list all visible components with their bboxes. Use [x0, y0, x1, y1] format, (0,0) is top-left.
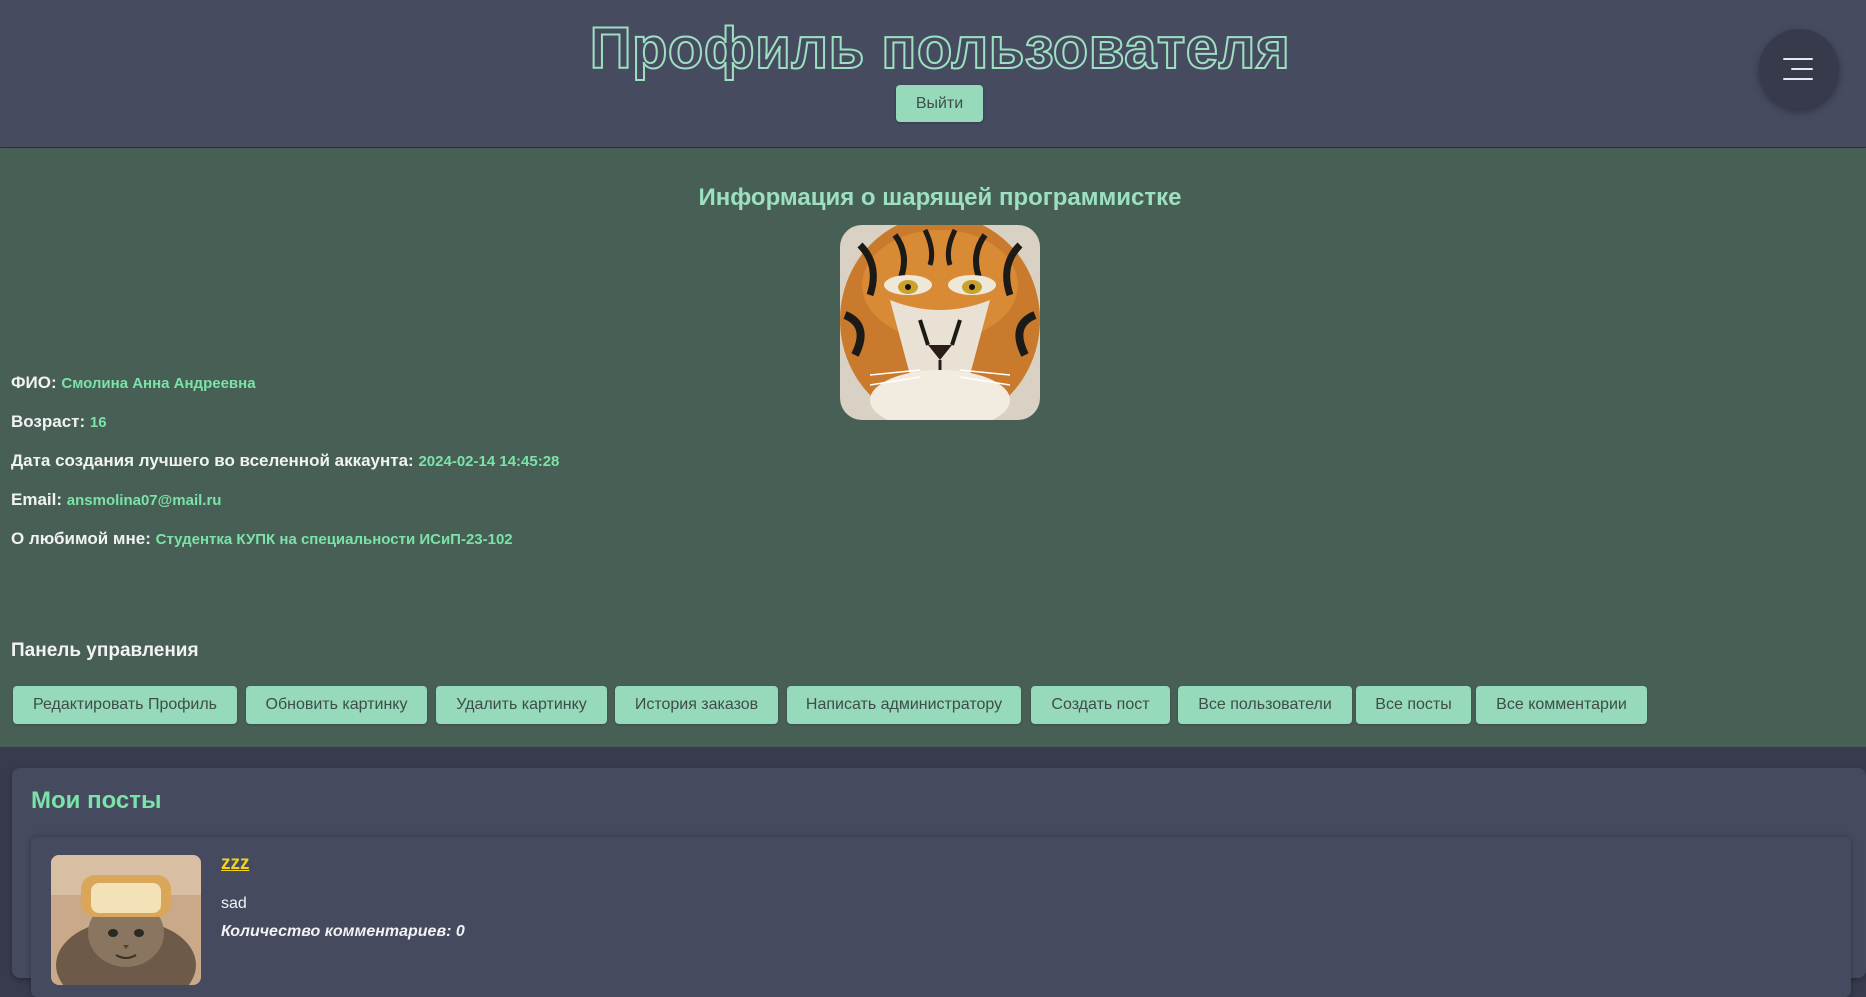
tiger-avatar-image: [840, 225, 1040, 420]
info-about: О любимой мне: Студентка КУПК на специал…: [11, 529, 513, 549]
all-comments-button[interactable]: Все комментарии: [1476, 686, 1647, 724]
edit-profile-button[interactable]: Редактировать Профиль: [13, 686, 237, 724]
info-created-date: Дата создания лучшего во вселенной аккау…: [11, 451, 559, 471]
delete-picture-button[interactable]: Удалить картинку: [436, 686, 607, 724]
logout-button[interactable]: Выйти: [896, 85, 983, 122]
create-post-button[interactable]: Создать пост: [1031, 686, 1170, 724]
info-created-date-label: Дата создания лучшего во вселенной аккау…: [11, 451, 414, 470]
info-fullname-label: ФИО:: [11, 373, 57, 392]
hamburger-menu-icon-bar: [1791, 68, 1813, 70]
info-about-label: О любимой мне:: [11, 529, 151, 548]
info-age-value: 16: [89, 414, 107, 431]
order-history-button[interactable]: История заказов: [615, 686, 778, 724]
info-email: Email: ansmolina07@mail.ru: [11, 490, 221, 510]
hamburger-menu-icon: [1783, 58, 1813, 60]
info-created-date-value: 2024-02-14 14:45:28: [418, 453, 560, 470]
message-admin-button[interactable]: Написать администратору: [787, 686, 1021, 724]
page-title: Профиль пользователя: [589, 15, 1291, 82]
profile-section: Информация о шарящей программистке ФИО: …: [0, 148, 1866, 747]
hamburger-menu-button[interactable]: [1759, 29, 1839, 109]
update-picture-button[interactable]: Обновить картинку: [246, 686, 427, 724]
my-posts-title: Мои посты: [31, 787, 162, 814]
info-email-label: Email:: [11, 490, 63, 509]
info-age: Возраст: 16: [11, 412, 107, 432]
info-fullname: ФИО: Смолина Анна Андреевна: [11, 373, 256, 393]
post-title[interactable]: zzz: [221, 853, 250, 875]
info-about-value: Студентка КУПК на специальности ИСиП-23-…: [155, 531, 513, 548]
post-comments-count: Количество комментариев: 0: [221, 923, 465, 940]
post-text: sad: [221, 895, 247, 912]
all-posts-button[interactable]: Все посты: [1356, 686, 1471, 724]
control-panel-title: Панель управления: [11, 640, 199, 661]
my-posts-card: Мои посты zzz sad Количество комментарие…: [12, 768, 1866, 997]
page-header: Профиль пользователя Выйти: [0, 0, 1866, 147]
info-age-label: Возраст:: [11, 412, 86, 431]
post-item[interactable]: zzz sad Количество комментариев: 0: [31, 837, 1851, 997]
info-fullname-value: Смолина Анна Андреевна: [61, 375, 256, 392]
info-email-value: ansmolina07@mail.ru: [66, 492, 222, 509]
hamburger-menu-icon-bar: [1783, 78, 1813, 80]
profile-heading: Информация о шарящей программистке: [698, 184, 1182, 211]
all-users-button[interactable]: Все пользователи: [1178, 686, 1352, 724]
